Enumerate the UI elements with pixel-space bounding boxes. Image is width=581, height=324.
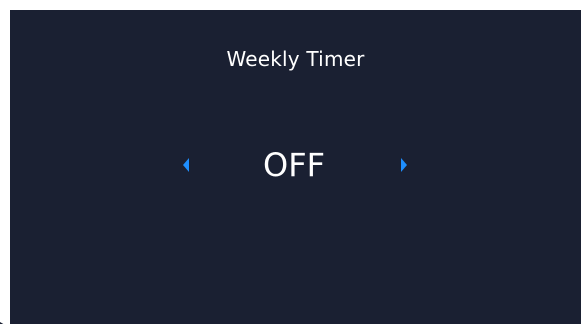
timer-value: OFF — [263, 146, 325, 184]
caret-left-icon[interactable] — [176, 155, 196, 175]
value-selector: OFF — [10, 143, 581, 187]
screen-title: Weekly Timer — [226, 47, 365, 71]
page: Weekly Timer OFF — [0, 0, 581, 324]
settings-screen: Weekly Timer OFF — [10, 10, 581, 324]
edge-pointer-icon — [0, 313, 6, 324]
caret-right-icon[interactable] — [394, 155, 414, 175]
